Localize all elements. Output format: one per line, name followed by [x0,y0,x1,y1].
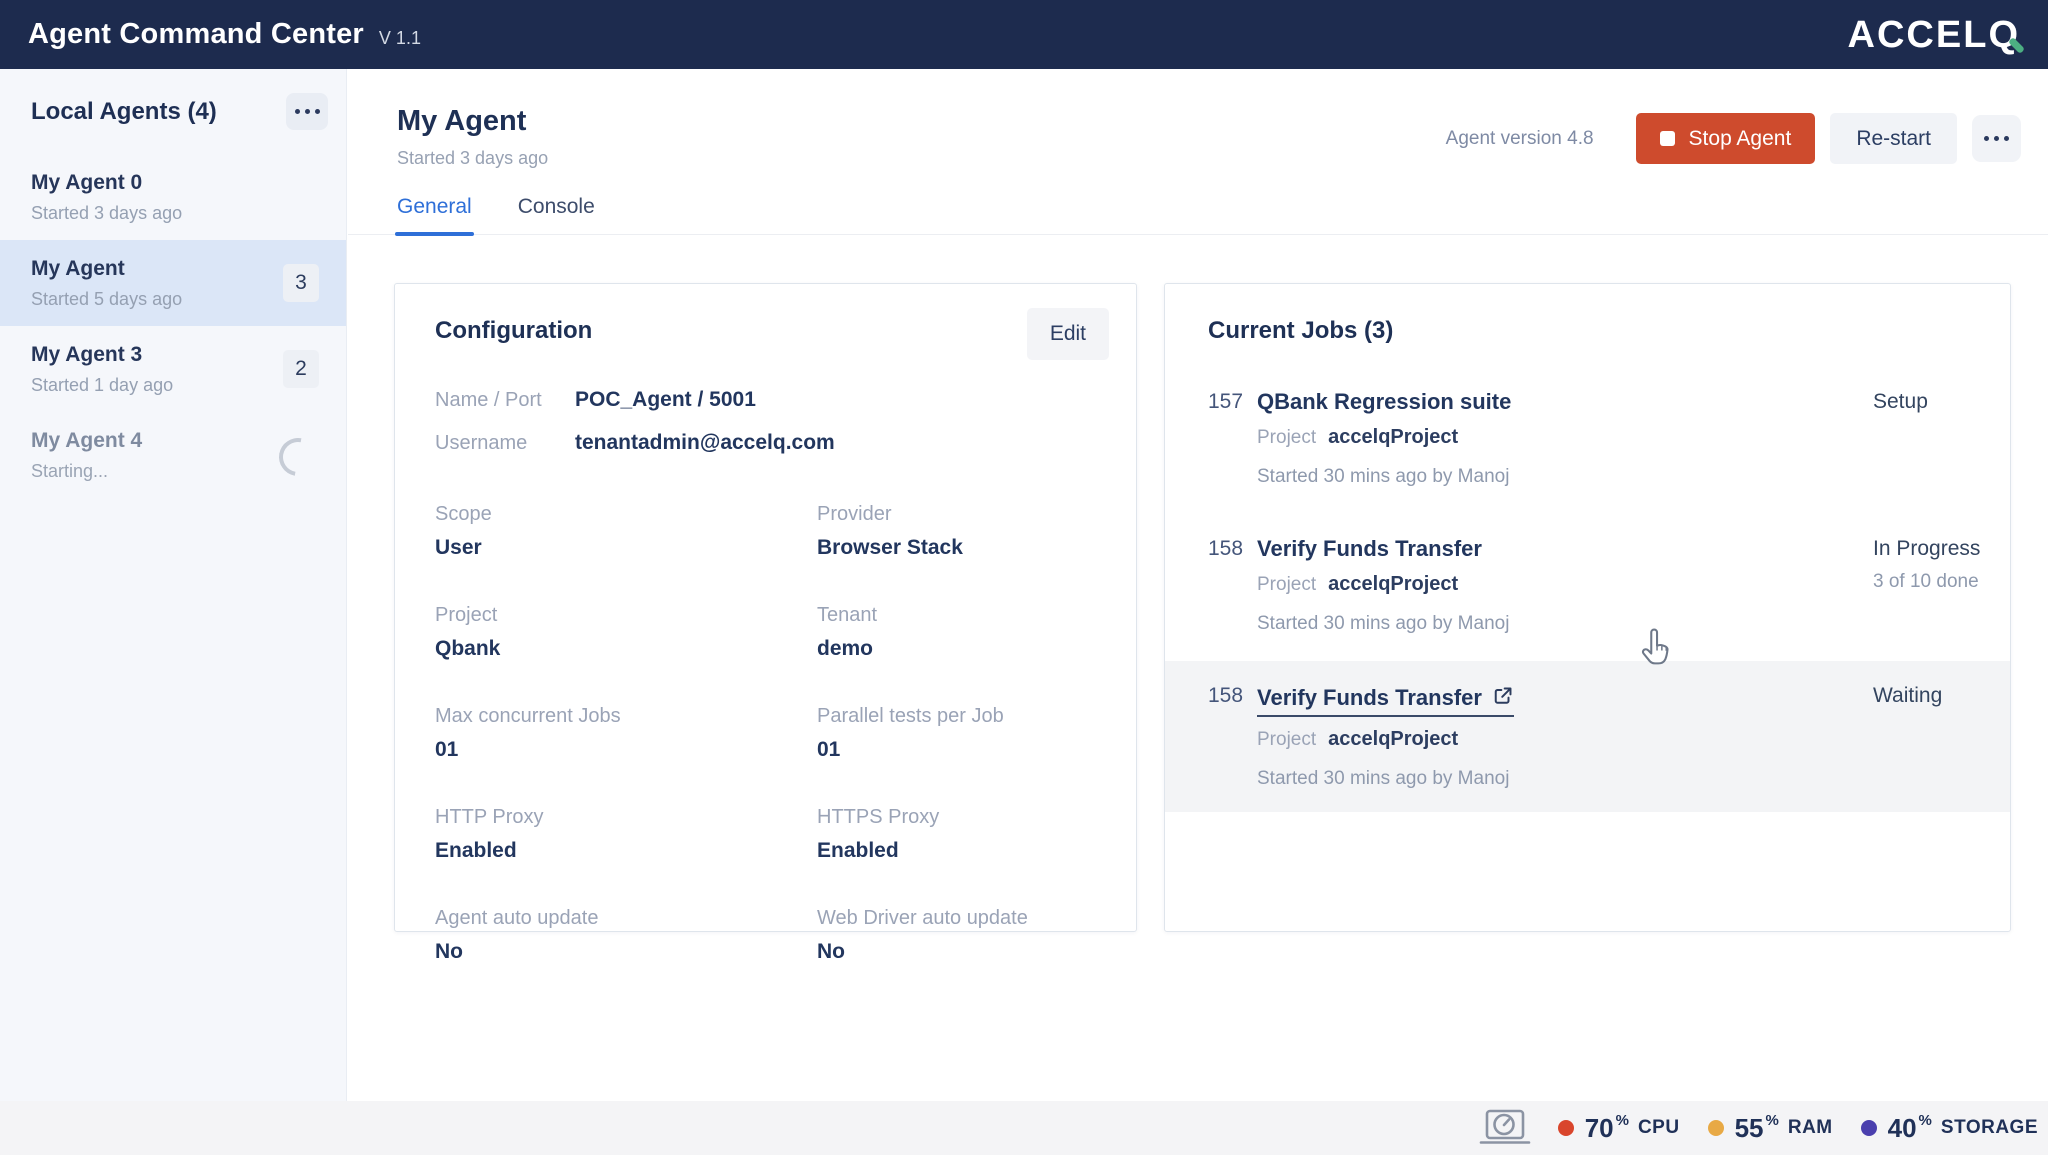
current-jobs-title: Current Jobs (3) [1165,317,2010,345]
job-row-158-in-progress[interactable]: 158 Verify Funds Transfer ProjectaccelqP… [1165,514,2010,657]
cpu-stat: 70 % CPU [1558,1115,1680,1141]
job-title: QBank Regression suite [1257,389,1511,415]
job-progress: 3 of 10 done [1873,571,2010,593]
sidebar-header: Local Agents (4) [0,69,346,154]
agent-detail-titles: My Agent Started 3 days ago [397,105,548,169]
config-field-scope: Scope User [435,503,817,560]
stop-icon [1660,131,1675,146]
ram-stat: 55 % RAM [1708,1115,1833,1141]
ellipsis-icon [1984,136,1989,141]
content-area: Configuration Edit Name / Port POC_Agent… [348,235,2048,932]
job-project: ProjectaccelqProject [1257,573,1873,596]
agent-subtitle: Started 1 day ago [31,375,319,396]
storage-stat: 40 % STORAGE [1861,1115,2038,1141]
agent-subtitle: Started 5 days ago [31,289,319,310]
agent-name: My Agent 3 [31,343,319,367]
job-project: ProjectaccelqProject [1257,728,1873,751]
job-id: 158 [1208,683,1257,790]
restart-button[interactable]: Re-start [1830,113,1957,164]
sidebar-title: Local Agents (4) [31,98,217,126]
config-field-parallel-tests: Parallel tests per Job 01 [817,705,1096,762]
local-agents-sidebar: Local Agents (4) My Agent 0 Started 3 da… [0,69,347,1101]
sidebar-item-my-agent-3[interactable]: My Agent 3 Started 1 day ago 2 [0,326,346,412]
job-started-info: Started 30 mins ago by Manoj [1257,466,1873,488]
app-version: V 1.1 [379,28,421,49]
storage-status-dot [1861,1120,1877,1136]
field-value: tenantadmin@accelq.com [575,431,835,455]
agent-name: My Agent 4 [31,429,319,453]
job-status: Waiting [1873,684,2010,708]
job-row-158-waiting[interactable]: 158 Verify Funds Transfer ProjectaccelqP… [1165,661,2010,812]
agent-more-actions-button[interactable] [1972,115,2021,162]
config-field-agent-auto-update: Agent auto update No [435,907,817,964]
header-actions: Agent version 4.8 Stop Agent Re-start [1446,113,2021,164]
tab-console[interactable]: Console [518,195,595,234]
agent-name: My Agent [31,257,319,281]
ellipsis-icon [295,109,300,114]
page-title: My Agent [397,105,548,138]
field-label: Username [435,432,575,455]
job-project: ProjectaccelqProject [1257,426,1873,449]
current-jobs-card: Current Jobs (3) 157 QBank Regression su… [1164,283,2011,932]
config-field-webdriver-auto-update: Web Driver auto update No [817,907,1096,964]
job-id: 157 [1208,389,1257,488]
job-started-info: Started 30 mins ago by Manoj [1257,768,1873,790]
system-monitor-icon [1478,1108,1532,1148]
page-subtitle: Started 3 days ago [397,148,548,169]
configuration-title: Configuration [435,317,1096,345]
job-started-info: Started 30 mins ago by Manoj [1257,613,1873,635]
top-bar: Agent Command Center V 1.1 ACCELQ [0,0,2048,69]
agent-subtitle: Started 3 days ago [31,203,319,224]
tab-bar: General Console [348,195,2048,235]
config-field-max-concurrent-jobs: Max concurrent Jobs 01 [435,705,817,762]
accelq-logo: ACCELQ [1848,16,2020,54]
job-status: Setup [1873,390,2010,414]
sidebar-menu-button[interactable] [286,93,328,130]
config-field-project: Project Qbank [435,604,817,661]
job-title-link[interactable]: Verify Funds Transfer [1257,683,1514,717]
ram-status-dot [1708,1120,1724,1136]
external-link-icon [1492,685,1514,707]
config-row-name-port: Name / Port POC_Agent / 5001 [435,388,1096,412]
field-value: POC_Agent / 5001 [575,388,756,412]
agent-name: My Agent 0 [31,171,319,195]
field-label: Name / Port [435,389,575,412]
agent-command-center-app: Agent Command Center V 1.1 ACCELQ Local … [0,0,2048,1155]
app-title: Agent Command Center [28,18,364,51]
job-count-badge: 3 [283,264,319,302]
sidebar-item-my-agent-4[interactable]: My Agent 4 Starting... [0,412,346,498]
sidebar-item-my-agent-0[interactable]: My Agent 0 Started 3 days ago [0,154,346,240]
cpu-status-dot [1558,1120,1574,1136]
agent-detail-header: My Agent Started 3 days ago Agent versio… [348,69,2048,169]
edit-configuration-button[interactable]: Edit [1027,308,1109,360]
agent-version-label: Agent version 4.8 [1446,128,1594,150]
config-grid: Scope User Provider Browser Stack Projec… [435,503,1096,964]
config-field-tenant: Tenant demo [817,604,1096,661]
logo-text: ACCEL [1848,16,1989,54]
agent-subtitle: Starting... [31,461,319,482]
job-status: In Progress [1873,537,2010,561]
stop-agent-button[interactable]: Stop Agent [1636,113,1816,164]
job-count-badge: 2 [283,350,319,388]
main-panel: My Agent Started 3 days ago Agent versio… [348,69,2048,1101]
job-id: 158 [1208,536,1257,635]
config-field-https-proxy: HTTPS Proxy Enabled [817,806,1096,863]
tab-general[interactable]: General [397,195,472,234]
configuration-card: Configuration Edit Name / Port POC_Agent… [394,283,1137,932]
job-row-157[interactable]: 157 QBank Regression suite Projectaccelq… [1165,367,2010,510]
config-row-username: Username tenantadmin@accelq.com [435,431,1096,455]
sidebar-item-my-agent[interactable]: My Agent Started 5 days ago 3 [0,240,346,326]
config-field-http-proxy: HTTP Proxy Enabled [435,806,817,863]
logo-q: Q [1988,16,2020,54]
config-field-provider: Provider Browser Stack [817,503,1096,560]
system-status-bar: 70 % CPU 55 % RAM 40 % STORAGE [0,1101,2048,1155]
job-title: Verify Funds Transfer [1257,536,1482,562]
